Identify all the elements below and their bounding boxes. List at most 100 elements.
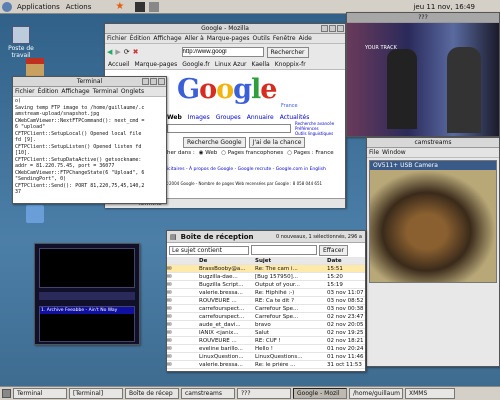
workspace-icon[interactable] <box>149 1 160 12</box>
table-row[interactable]: ✉ carrefourspect... Carrefour Spe... 02 nov… <box>167 313 365 321</box>
menu-item[interactable]: Aide <box>299 35 312 42</box>
tab-web[interactable]: Web <box>167 114 182 121</box>
table-row[interactable]: ✉ LinuxQuestion... LinuxQuestions... 01 nov… <box>167 353 365 361</box>
menu-item[interactable]: File <box>369 149 379 156</box>
table-row[interactable]: ✉ eveline barillo... Hello ! 01 nov 20:24 <box>167 345 365 353</box>
table-row[interactable]: ✉ carrefourspect... Carrefour Spe... 03 nov… <box>167 305 365 313</box>
maximize-icon[interactable] <box>329 25 336 32</box>
column-subject[interactable]: Sujet <box>255 258 327 264</box>
minimize-icon[interactable] <box>142 78 149 85</box>
lucky-button[interactable]: J'ai de la chance <box>248 137 306 148</box>
terminal-titlebar[interactable]: Terminal <box>13 77 166 87</box>
mail-window: ▤ Boîte de réception 0 nouveaux, 1 sélec… <box>166 230 366 372</box>
table-row[interactable]: ✉ aude_et_davi... bravo 02 nov 20:05 <box>167 321 365 329</box>
close-icon[interactable] <box>158 78 165 85</box>
column-date[interactable]: Date <box>327 258 365 264</box>
menu-item[interactable]: Édition <box>130 35 151 42</box>
column-from[interactable]: De <box>199 258 255 264</box>
tab-images[interactable]: Images <box>188 114 210 121</box>
menu-item[interactable]: Affichage <box>153 35 181 42</box>
bookmark-item[interactable]: Marque-pages <box>134 61 177 68</box>
desktop-icon-home[interactable] <box>22 58 48 77</box>
panel-logo-icon[interactable] <box>2 1 12 12</box>
mail-date: 03 nov 08:52 <box>327 297 364 304</box>
clear-button[interactable]: Effacer <box>319 244 349 256</box>
menu-item[interactable]: Fenêtre <box>273 35 296 42</box>
terminal-line: 37 <box>15 189 22 195</box>
stop-icon[interactable]: ✖ <box>133 48 139 56</box>
reload-icon[interactable]: ⟳ <box>124 48 130 56</box>
filter-select[interactable]: Le sujet contient <box>169 245 249 255</box>
menu-item[interactable]: Fichier <box>107 35 127 42</box>
show-desktop-icon[interactable] <box>2 389 11 398</box>
bookmark-item[interactable]: Accueil <box>108 61 129 68</box>
taskbar-button[interactable]: Terminal <box>13 388 67 399</box>
playlist-item[interactable]: 1. Archive Feeabbe - Ain't No Way <box>40 307 134 314</box>
scope-web-radio[interactable]: ◉ Web <box>199 150 218 156</box>
clock[interactable]: jeu 11 nov, 16:49 <box>410 3 478 11</box>
maximize-icon[interactable] <box>150 78 157 85</box>
table-row[interactable]: ✉ ROUVEURE ... RE: Ca te dit ? 03 nov 08:52 <box>167 297 365 305</box>
video-titlebar[interactable]: ??? <box>347 13 499 23</box>
envelope-icon: ✉ <box>167 329 172 336</box>
tab-groups[interactable]: Groupes <box>216 114 241 121</box>
taskbar-button[interactable]: Google - Mozil <box>293 388 347 399</box>
menu-item[interactable]: Aller à <box>185 35 204 42</box>
camstreams-titlebar[interactable]: camstreams <box>367 138 499 148</box>
home-icon <box>26 58 44 76</box>
taskbar: Terminal [Terminal] Boîte de récep camst… <box>0 386 500 400</box>
table-row[interactable]: ✉ valerie.bressa... Re: le prière ... 31 oc… <box>167 361 365 369</box>
table-row[interactable]: ✉ valerie.bressa... Re: Hiphihé :-) 03 nov … <box>167 289 365 297</box>
video-frame: YOUR TRACK <box>347 23 499 136</box>
scope-francophone-radio[interactable]: ○ Pages francophones <box>221 150 283 156</box>
taskbar-button[interactable]: camstreams <box>181 388 235 399</box>
menu-item[interactable]: Affichage <box>61 88 89 95</box>
tab-news[interactable]: Actualités <box>280 114 310 121</box>
bookmark-item[interactable]: Google.fr <box>182 61 210 68</box>
close-icon[interactable] <box>337 25 344 32</box>
mail-date: 02 nov 18:21 <box>327 337 364 344</box>
forward-icon[interactable]: ▶ <box>115 48 120 56</box>
taskbar-button[interactable]: ??? <box>237 388 291 399</box>
desktop-icon-computer[interactable]: Poste de travail <box>8 26 34 59</box>
launcher-icon[interactable] <box>135 1 146 12</box>
scope-france-radio[interactable]: ○ Pages : France <box>287 150 333 156</box>
mozilla-titlebar[interactable]: Google - Mozilla <box>105 24 345 34</box>
bookmark-item[interactable]: Linux Azur <box>215 61 247 68</box>
menu-item[interactable]: Marque-pages <box>207 35 250 42</box>
google-search-button[interactable]: Recherche Google <box>183 137 246 148</box>
bookmark-item[interactable]: Knoppix-fr <box>275 61 306 68</box>
tab-directory[interactable]: Annuaire <box>247 114 274 121</box>
menu-applications[interactable]: Applications <box>14 3 63 11</box>
taskbar-button[interactable]: [Terminal] <box>69 388 123 399</box>
minimize-icon[interactable] <box>321 25 328 32</box>
table-row[interactable]: ✉ ROUVEURE ... RE: CUF ! 02 nov 18:21 <box>167 337 365 345</box>
taskbar-button[interactable]: XMMS <box>405 388 455 399</box>
star-icon[interactable]: ★ <box>112 1 127 12</box>
menu-item[interactable]: Fichier <box>15 88 35 95</box>
menu-actions[interactable]: Actions <box>63 3 95 11</box>
filter-input[interactable] <box>251 245 317 255</box>
menu-item[interactable]: Window <box>382 149 406 156</box>
taskbar-button[interactable]: Boîte de récep <box>125 388 179 399</box>
bookmark-item[interactable]: Kaella <box>252 61 270 68</box>
envelope-icon: ✉ <box>167 321 172 328</box>
terminal-output[interactable]: o) Saving temp FTP image to /home/guilla… <box>13 97 166 201</box>
back-icon[interactable]: ◀ <box>107 48 112 56</box>
menu-item[interactable]: Onglets <box>121 88 144 95</box>
table-row[interactable]: ✉ Bugzilla Script... Output of your... 15:1… <box>167 281 365 289</box>
language-tools-link[interactable]: Outils linguistiques <box>295 131 334 136</box>
camstreams-menubar: File Window <box>367 148 499 158</box>
desktop-icon-folder[interactable] <box>22 205 48 224</box>
table-row[interactable]: ✉ IANIX <janix... Salut 02 nov 19:25 <box>167 329 365 337</box>
search-button[interactable]: Rechercher <box>266 46 309 58</box>
taskbar-button[interactable]: /home/guillaum <box>349 388 403 399</box>
table-row[interactable]: ✉ bugzilla-dae... [Bug 157950]... 15:20 <box>167 273 365 281</box>
menu-item[interactable]: Édition <box>38 88 59 95</box>
url-input[interactable] <box>181 47 264 57</box>
table-row[interactable]: ✉ BrassBooby@a... Re: The cam i... 15:51 <box>167 265 365 273</box>
menu-item[interactable]: Outils <box>253 35 270 42</box>
google-search-input[interactable] <box>167 124 291 133</box>
menu-item[interactable]: Terminal <box>93 88 118 95</box>
mail-date: 15:51 <box>327 265 343 272</box>
